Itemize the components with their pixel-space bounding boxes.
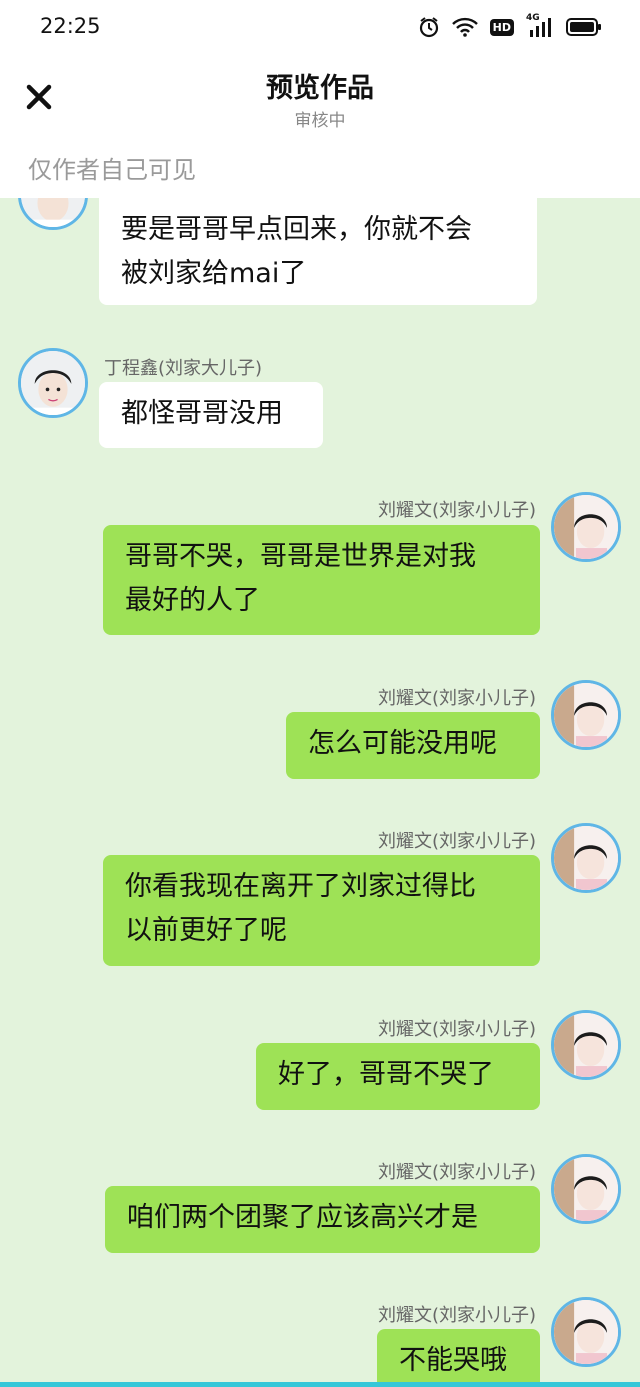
hd-icon: HD xyxy=(489,18,514,36)
visibility-bar: 仅作者自己可见 xyxy=(0,140,640,198)
sender-name: 刘耀文(刘家小儿子) xyxy=(377,1305,536,1326)
visibility-note: 仅作者自己可见 xyxy=(28,156,196,184)
avatar[interactable] xyxy=(551,680,621,750)
avatar-photo xyxy=(21,198,85,227)
status-time: 22:25 xyxy=(40,14,101,38)
avatar[interactable] xyxy=(551,1154,621,1224)
avatar-photo xyxy=(554,826,618,890)
message-bubble[interactable]: 要是哥哥早点回来，你就不会 被刘家给mai了 xyxy=(99,198,537,305)
4g-signal-icon: 4G xyxy=(526,13,554,38)
avatar[interactable] xyxy=(18,198,88,230)
header: 预览作品 审核中 xyxy=(0,56,640,144)
chat-area[interactable]: 要是哥哥早点回来，你就不会 被刘家给mai了 丁程鑫(刘家大儿子) 都怪哥哥没用… xyxy=(0,198,640,1387)
bottom-strip xyxy=(0,1382,640,1387)
avatar[interactable] xyxy=(18,348,88,418)
sender-name: 刘耀文(刘家小儿子) xyxy=(377,500,536,521)
avatar[interactable] xyxy=(551,1297,621,1367)
avatar[interactable] xyxy=(551,492,621,562)
sender-name: 刘耀文(刘家小儿子) xyxy=(377,688,536,709)
sender-name: 刘耀文(刘家小儿子) xyxy=(377,1162,536,1183)
message-bubble[interactable]: 都怪哥哥没用 xyxy=(99,382,323,448)
avatar[interactable] xyxy=(551,823,621,893)
review-status: 审核中 xyxy=(294,111,346,131)
avatar-photo xyxy=(554,683,618,747)
wifi-icon xyxy=(451,17,478,37)
sender-name: 刘耀文(刘家小儿子) xyxy=(377,831,536,852)
message-bubble[interactable]: 哥哥不哭，哥哥是世界是对我 最好的人了 xyxy=(103,525,540,635)
sender-name: 刘耀文(刘家小儿子) xyxy=(377,1019,536,1040)
avatar-photo xyxy=(554,495,618,559)
network-type-label: 4G xyxy=(526,13,540,23)
avatar-photo xyxy=(554,1013,618,1077)
message-bubble[interactable]: 怎么可能没用呢 xyxy=(286,712,540,779)
avatar-photo xyxy=(554,1157,618,1221)
message-bubble[interactable]: 不能哭哦 xyxy=(377,1329,540,1387)
alarm-icon xyxy=(418,16,440,38)
status-bar: 22:25 HD 4G xyxy=(0,0,640,56)
avatar[interactable] xyxy=(551,1010,621,1080)
message-bubble[interactable]: 你看我现在离开了刘家过得比 以前更好了呢 xyxy=(103,855,540,966)
page-title: 预览作品 xyxy=(266,73,374,104)
avatar-photo xyxy=(554,1300,618,1364)
avatar-photo xyxy=(21,351,85,415)
message-bubble[interactable]: 好了，哥哥不哭了 xyxy=(256,1043,540,1110)
message-bubble[interactable]: 咱们两个团聚了应该高兴才是 xyxy=(105,1186,540,1253)
battery-icon xyxy=(566,17,602,37)
sender-name: 丁程鑫(刘家大儿子) xyxy=(104,358,263,379)
status-icons: HD 4G xyxy=(418,13,602,38)
